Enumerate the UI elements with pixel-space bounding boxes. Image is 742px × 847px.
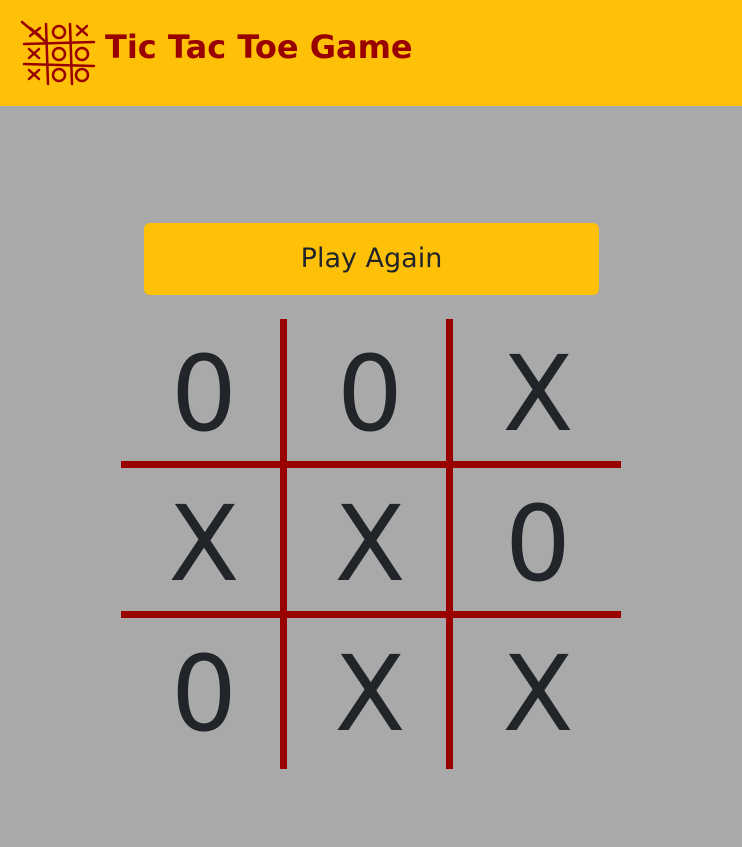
board-cell[interactable]: X: [287, 469, 453, 619]
board-cell[interactable]: X: [287, 619, 453, 769]
grid-line-horizontal: [121, 461, 621, 468]
board-cell[interactable]: X: [455, 619, 621, 769]
app-title: Tic Tac Toe Game: [105, 28, 413, 66]
board-cell[interactable]: 0: [121, 619, 287, 769]
navbar: Tic Tac Toe Game: [0, 0, 742, 106]
board-cell[interactable]: X: [121, 469, 287, 619]
board-cell[interactable]: 0: [287, 319, 453, 469]
grid-line-horizontal: [121, 611, 621, 618]
board-cell[interactable]: 0: [455, 469, 621, 619]
board-cell[interactable]: 0: [121, 319, 287, 469]
game-board: 0 0 X X X 0 0 X X: [121, 319, 621, 769]
grid-line-vertical: [446, 319, 453, 769]
play-again-button[interactable]: Play Again: [144, 223, 599, 295]
grid-line-vertical: [280, 319, 287, 769]
tic-tac-toe-logo-icon: [20, 20, 96, 86]
board-cell[interactable]: X: [455, 319, 621, 469]
